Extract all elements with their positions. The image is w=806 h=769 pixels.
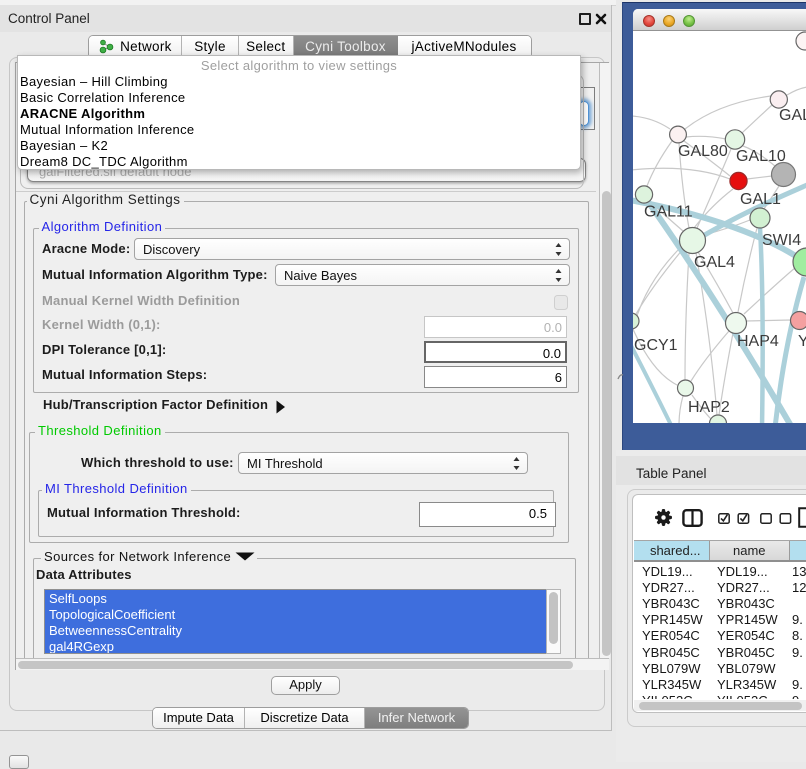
svg-text:GAL80: GAL80	[678, 143, 728, 160]
svg-text:GAL2: GAL2	[779, 107, 806, 124]
svg-text:GAL1: GAL1	[740, 191, 781, 208]
svg-text:GAL11: GAL11	[644, 204, 693, 221]
svg-text:HAP4: HAP4	[737, 333, 779, 350]
svg-text:GAL10: GAL10	[736, 148, 786, 165]
svg-text:HAP2: HAP2	[688, 399, 730, 416]
svg-text:GAL4: GAL4	[694, 254, 735, 271]
svg-text:SWI4: SWI4	[762, 232, 801, 249]
svg-text:YM: YM	[798, 333, 806, 350]
svg-text:GCY1: GCY1	[634, 337, 678, 354]
